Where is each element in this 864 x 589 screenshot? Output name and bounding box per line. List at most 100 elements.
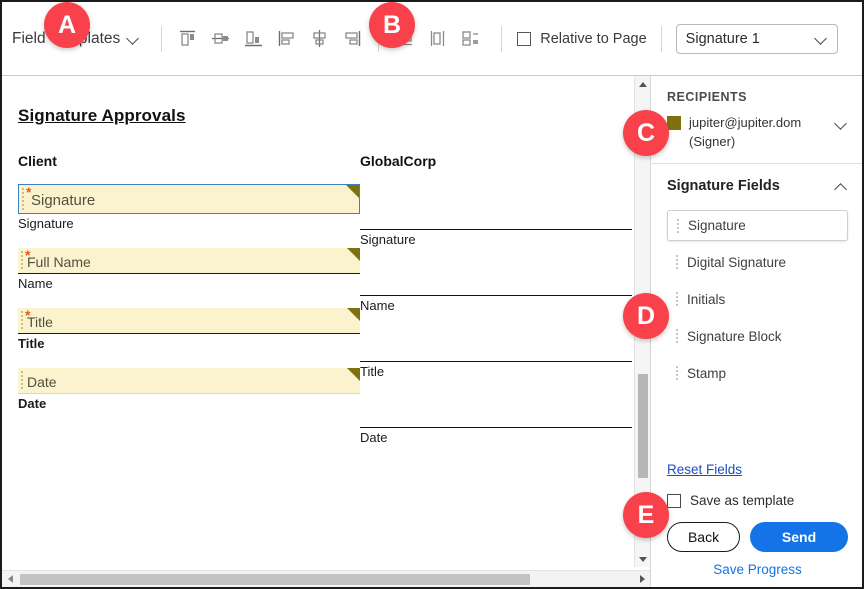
field-item-stamp[interactable]: Stamp (667, 358, 848, 389)
checkbox-icon (517, 31, 532, 46)
document-canvas[interactable]: Signature Approvals Client * Signature S… (2, 76, 634, 567)
distribute-vertical-icon-button[interactable] (421, 24, 454, 54)
drag-handle-icon (676, 366, 678, 381)
form-field-signature[interactable]: * Signature (18, 184, 360, 214)
scroll-down-button[interactable] (635, 551, 650, 567)
signature-fields-toggle[interactable]: Signature Fields (667, 178, 848, 194)
form-field-title-label: Title (27, 314, 53, 330)
document-horizontal-scrollbar[interactable] (2, 570, 650, 587)
field-grip-icon (22, 188, 24, 210)
align-middle-horizontal-icon (212, 33, 230, 44)
client-column: Client * Signature Signature * Full Name (18, 153, 360, 462)
triangle-left-icon (7, 575, 13, 583)
signature-line-3 (360, 330, 632, 362)
checkbox-icon (667, 493, 681, 508)
recipient-email: jupiter@jupiter.dom (689, 115, 802, 130)
recipient-item[interactable]: jupiter@jupiter.dom (Signer) (667, 113, 848, 151)
reset-fields-link[interactable]: Reset Fields (667, 462, 742, 477)
signature-fields-list: Signature Digital Signature Initials Sig… (667, 210, 848, 389)
field-item-digital-signature[interactable]: Digital Signature (667, 247, 848, 278)
relative-to-page-label: Relative to Page (540, 30, 647, 47)
field-item-signature-block[interactable]: Signature Block (667, 321, 848, 352)
annotation-badge-c: C (623, 110, 669, 156)
sidebar-footer: Reset Fields Save as template Back Send … (651, 461, 862, 587)
align-left-icon (279, 31, 294, 46)
align-right-icon (345, 31, 361, 46)
field-corner-marker-icon (347, 308, 360, 321)
signature-line-4 (360, 396, 632, 428)
line-caption-signature: Signature (360, 232, 416, 247)
line-caption-date: Date (360, 430, 388, 445)
field-item-label: Stamp (687, 366, 727, 381)
field-corner-marker-icon (346, 185, 359, 198)
field-item-label: Initials (687, 292, 726, 307)
signature-fields-title: Signature Fields (667, 178, 780, 194)
annotation-badge-a: A (44, 2, 90, 48)
relative-to-page-checkbox[interactable]: Relative to Page (517, 30, 647, 47)
signature-columns: Client * Signature Signature * Full Name (18, 153, 634, 462)
field-grip-icon (21, 251, 23, 270)
vertical-scroll-thumb[interactable] (638, 374, 648, 478)
toolbar-divider-4 (660, 25, 662, 52)
form-field-full-name-label: Full Name (27, 254, 91, 270)
field-corner-marker-icon (347, 368, 360, 381)
signature-select-value: Signature 1 (685, 30, 760, 47)
field-item-label: Signature (688, 218, 746, 233)
chevron-down-icon[interactable] (835, 117, 848, 130)
drag-handle-icon (676, 329, 678, 344)
align-middle-horizontal-icon-button[interactable] (204, 24, 237, 54)
caption-signature: Signature (18, 216, 74, 231)
scroll-right-button[interactable] (634, 571, 650, 587)
triangle-down-icon (639, 556, 647, 562)
client-heading: Client (18, 153, 57, 169)
form-field-title[interactable]: * Title (18, 308, 360, 334)
document-pane: Signature Approvals Client * Signature S… (2, 76, 650, 567)
annotation-badge-b: B (369, 2, 415, 48)
toolbar-divider (161, 25, 163, 52)
align-center-icon-button[interactable] (303, 24, 336, 54)
fields-sidebar: RECIPIENTS jupiter@jupiter.dom (Signer) S… (650, 76, 862, 587)
signature-fields-section: Signature Fields Signature Digital Signa… (651, 164, 862, 395)
send-button[interactable]: Send (750, 522, 848, 552)
recipients-section: RECIPIENTS jupiter@jupiter.dom (Signer) (651, 76, 862, 164)
match-size-icon (462, 31, 479, 46)
form-field-date-label: Date (27, 374, 57, 390)
document-title: Signature Approvals (18, 106, 186, 125)
match-size-icon-button[interactable] (454, 24, 487, 54)
save-as-template-checkbox[interactable]: Save as template (667, 493, 848, 508)
scroll-left-button[interactable] (2, 571, 18, 587)
distribute-vertical-icon (431, 31, 445, 46)
scroll-up-button[interactable] (635, 76, 650, 92)
field-item-initials[interactable]: Initials (667, 284, 848, 315)
align-left-icon-button[interactable] (270, 24, 303, 54)
back-button[interactable]: Back (667, 522, 741, 552)
recipient-color-swatch (667, 116, 681, 130)
field-item-label: Signature Block (687, 329, 782, 344)
caption-date: Date (18, 396, 47, 411)
align-top-icon (180, 30, 196, 46)
form-field-signature-label: Signature (31, 192, 96, 209)
signature-line-1 (360, 184, 632, 230)
toolbar: Field Templates (2, 2, 862, 76)
globalcorp-heading: GlobalCorp (360, 153, 437, 169)
caption-name: Name (18, 276, 53, 291)
align-top-icon-button[interactable] (171, 24, 204, 54)
signature-select[interactable]: Signature 1 (675, 23, 838, 54)
drag-handle-icon (677, 219, 679, 234)
save-progress-link[interactable]: Save Progress (667, 562, 848, 577)
align-center-icon (313, 30, 326, 47)
field-corner-marker-icon (347, 248, 360, 261)
align-right-icon-button[interactable] (336, 24, 369, 54)
form-field-full-name[interactable]: * Full Name (18, 248, 360, 274)
horizontal-scroll-thumb[interactable] (20, 574, 530, 585)
drag-handle-icon (676, 292, 678, 307)
signature-line-2 (360, 264, 632, 296)
chevron-down-icon (815, 32, 828, 45)
line-caption-title: Title (360, 364, 385, 379)
field-item-signature[interactable]: Signature (667, 210, 848, 241)
field-placement-window: Field Templates (0, 0, 864, 589)
form-field-date[interactable]: Date (18, 368, 360, 394)
field-grip-icon (21, 371, 23, 390)
align-bottom-icon-button[interactable] (237, 24, 270, 54)
line-caption-name: Name (360, 298, 395, 313)
